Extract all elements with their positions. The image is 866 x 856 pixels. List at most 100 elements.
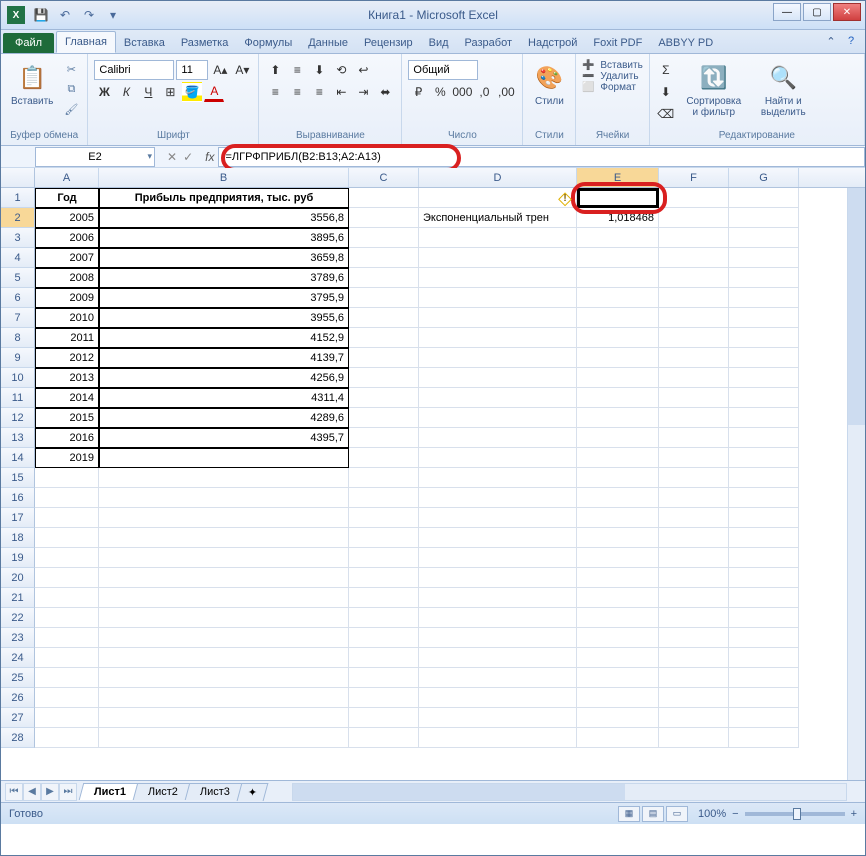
cell-C4[interactable] [349,248,419,268]
cell-F17[interactable] [659,508,729,528]
close-button[interactable]: ✕ [833,3,861,21]
cell-G21[interactable] [729,588,799,608]
cell-D9[interactable] [419,348,577,368]
cell-E1[interactable] [577,188,659,208]
cell-D3[interactable] [419,228,577,248]
cell-A8[interactable]: 2011 [35,328,99,348]
cell-F7[interactable] [659,308,729,328]
cell-E9[interactable] [577,348,659,368]
cell-F18[interactable] [659,528,729,548]
format-cells-button[interactable]: ⬜Формат [582,82,636,93]
cell-D20[interactable] [419,568,577,588]
grow-font-button[interactable]: A▴ [210,60,230,80]
cell-E17[interactable] [577,508,659,528]
cell-B17[interactable] [99,508,349,528]
insert-cells-button[interactable]: ➕Вставить [582,60,642,71]
col-header-F[interactable]: F [659,168,729,187]
vertical-scrollbar[interactable] [847,188,865,780]
cell-D6[interactable] [419,288,577,308]
cell-D22[interactable] [419,608,577,628]
cell-E18[interactable] [577,528,659,548]
row-header[interactable]: 21 [1,588,35,608]
cell-E21[interactable] [577,588,659,608]
cell-F8[interactable] [659,328,729,348]
name-box-dropdown-icon[interactable]: ▾ [147,151,152,162]
cell-G10[interactable] [729,368,799,388]
cell-A5[interactable]: 2008 [35,268,99,288]
row-header[interactable]: 15 [1,468,35,488]
cell-A17[interactable] [35,508,99,528]
formula-warning-icon[interactable] [556,189,574,207]
cell-G12[interactable] [729,408,799,428]
cell-D18[interactable] [419,528,577,548]
ribbon-minimize-icon[interactable]: ⌃ [823,33,839,49]
cell-A9[interactable]: 2012 [35,348,99,368]
cell-D12[interactable] [419,408,577,428]
row-header[interactable]: 11 [1,388,35,408]
cell-A2[interactable]: 2005 [35,208,99,228]
cell-F25[interactable] [659,668,729,688]
cell-C25[interactable] [349,668,419,688]
cell-A12[interactable]: 2015 [35,408,99,428]
zoom-level[interactable]: 100% [698,808,726,820]
redo-button[interactable]: ↷ [79,5,99,25]
cell-G22[interactable] [729,608,799,628]
font-name-select[interactable]: Calibri [94,60,174,80]
cut-button[interactable]: ✂ [61,60,81,78]
dec-decimal-button[interactable]: ,00 [496,82,516,102]
cell-G14[interactable] [729,448,799,468]
cell-C10[interactable] [349,368,419,388]
cell-E4[interactable] [577,248,659,268]
cell-B19[interactable] [99,548,349,568]
cell-D26[interactable] [419,688,577,708]
cell-B3[interactable]: 3895,6 [99,228,349,248]
tab-nav-first-icon[interactable]: ⏮ [5,783,23,801]
cell-E11[interactable] [577,388,659,408]
border-button[interactable]: ⊞ [160,82,180,102]
number-format-select[interactable]: Общий [408,60,478,80]
cell-D10[interactable] [419,368,577,388]
help-icon[interactable]: ? [843,33,859,49]
tab-home[interactable]: Главная [56,31,116,53]
row-header[interactable]: 2 [1,208,35,228]
cell-A15[interactable] [35,468,99,488]
row-header[interactable]: 8 [1,328,35,348]
cell-G6[interactable] [729,288,799,308]
cell-F6[interactable] [659,288,729,308]
inc-decimal-button[interactable]: ,0 [474,82,494,102]
cell-A16[interactable] [35,488,99,508]
cell-A13[interactable]: 2016 [35,428,99,448]
tab-formulas[interactable]: Формулы [236,33,300,53]
col-header-E[interactable]: E [577,168,659,187]
autosum-button[interactable]: Σ [656,60,676,80]
cell-F24[interactable] [659,648,729,668]
new-sheet-button[interactable]: ✦ [237,783,269,801]
sort-filter-button[interactable]: 🔃 Сортировка и фильтр [680,60,748,120]
cell-B8[interactable]: 4152,9 [99,328,349,348]
cell-D11[interactable] [419,388,577,408]
cell-D14[interactable] [419,448,577,468]
italic-button[interactable]: К [116,82,136,102]
row-header[interactable]: 16 [1,488,35,508]
find-select-button[interactable]: 🔍 Найти и выделить [752,60,815,120]
fx-icon[interactable]: fx [201,150,218,164]
cell-C22[interactable] [349,608,419,628]
row-header[interactable]: 5 [1,268,35,288]
cell-C21[interactable] [349,588,419,608]
align-top-button[interactable]: ⬆ [265,60,285,80]
cell-G7[interactable] [729,308,799,328]
cell-B11[interactable]: 4311,4 [99,388,349,408]
row-header[interactable]: 12 [1,408,35,428]
cell-G26[interactable] [729,688,799,708]
comma-button[interactable]: 000 [452,82,472,102]
font-size-select[interactable]: 11 [176,60,208,80]
percent-button[interactable]: % [430,82,450,102]
cell-C6[interactable] [349,288,419,308]
qat-dropdown-icon[interactable]: ▾ [103,5,123,25]
cell-B21[interactable] [99,588,349,608]
styles-button[interactable]: 🎨 Стили [529,60,569,109]
cell-C20[interactable] [349,568,419,588]
zoom-thumb[interactable] [793,808,801,820]
cell-A20[interactable] [35,568,99,588]
view-normal-button[interactable]: ▦ [618,806,640,822]
